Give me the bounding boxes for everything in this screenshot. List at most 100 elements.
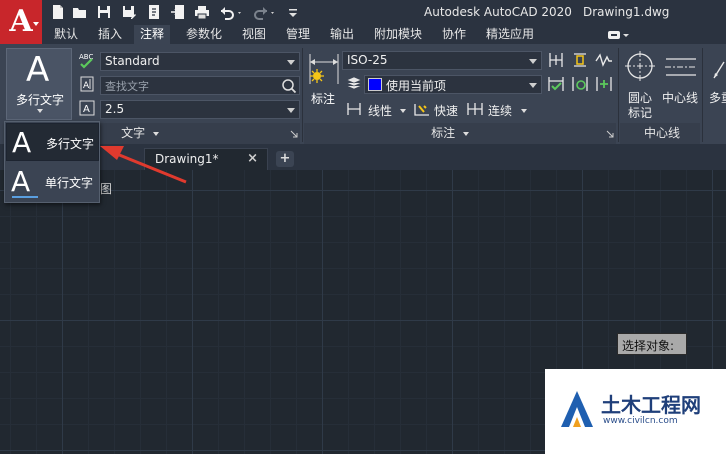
underline-mark	[12, 196, 38, 198]
dimension-layer-dropdown[interactable]: 使用当前项	[364, 75, 542, 94]
dimension-label: 标注	[311, 92, 336, 106]
chevron-down-icon	[529, 59, 537, 64]
ribbon-tab-bar: 默认 插入 注释 参数化 视图 管理 输出 附加模块 协作 精选应用	[42, 25, 726, 44]
watermark-title: 土木工程网	[601, 393, 701, 417]
open-icon[interactable]	[72, 4, 88, 20]
text-style-dropdown[interactable]: Standard	[100, 52, 300, 71]
customize-icon[interactable]	[288, 4, 298, 20]
text-height-dropdown[interactable]: 2.5	[100, 100, 300, 119]
new-tab-button[interactable]: +	[276, 151, 294, 167]
text-panel-title-label: 文字	[121, 126, 146, 140]
menu-item-mtext[interactable]: A 多行文字	[6, 123, 99, 161]
text-style-icon[interactable]: ABC	[78, 52, 96, 70]
dimension-style-value: ISO-25	[347, 53, 388, 67]
text-height-icon[interactable]: A	[79, 99, 95, 117]
centerline-label[interactable]: 中心线	[662, 89, 698, 106]
menu-item-mtext-label: 多行文字	[46, 137, 95, 151]
text-a-icon: A	[26, 50, 50, 90]
multileader-icon[interactable]	[712, 58, 726, 80]
save-icon[interactable]	[96, 4, 112, 20]
chevron-down-icon	[37, 109, 43, 113]
mtext-label: 多行文字	[16, 93, 65, 107]
layer-color-swatch	[368, 78, 382, 91]
dimension-style-dropdown[interactable]: ISO-25	[342, 51, 542, 70]
watermark-url: www.civilcn.com	[603, 416, 678, 426]
multileader-label[interactable]: 多重	[709, 89, 726, 106]
document-title: Drawing1.dwg	[583, 5, 670, 19]
ribbon-display-toggle-icon[interactable]	[607, 28, 631, 41]
tab-default[interactable]: 默认	[48, 25, 84, 44]
tab-output[interactable]: 输出	[324, 25, 360, 44]
application-menu-button[interactable]: A	[0, 0, 42, 44]
file-tab-bar	[0, 144, 726, 170]
chevron-down-icon[interactable]	[521, 109, 527, 113]
print-icon[interactable]	[194, 4, 210, 20]
tab-insert[interactable]: 插入	[92, 25, 128, 44]
find-text-placeholder: 查找文字	[105, 80, 149, 93]
adjust-space-icon[interactable]	[547, 51, 565, 69]
close-icon[interactable]: ×	[247, 151, 258, 166]
dimension-large-button[interactable]: 标注	[307, 50, 341, 106]
linear-dimension-icon[interactable]	[346, 101, 362, 117]
find-text-field[interactable]: 查找文字	[100, 76, 300, 95]
center-mark-label-line2[interactable]: 标记	[628, 104, 652, 121]
dialog-launcher-icon[interactable]	[606, 130, 614, 138]
chevron-down-icon	[152, 131, 159, 136]
linear-dimension-label[interactable]: 线性	[368, 102, 392, 119]
panel-divider	[702, 48, 703, 142]
layer-stack-icon	[346, 76, 362, 92]
chevron-down-icon	[529, 83, 537, 88]
file-tab-drawing1[interactable]: Drawing1* ×	[144, 148, 268, 170]
import-icon[interactable]	[146, 4, 162, 20]
panel-divider	[618, 48, 619, 142]
menu-item-single-line-text-label: 单行文字	[45, 176, 94, 190]
text-height-value: 2.5	[105, 102, 125, 116]
mtext-large-button[interactable]: A 多行文字	[6, 48, 72, 120]
tab-collaborate[interactable]: 协作	[436, 25, 472, 44]
continue-dimension-icon[interactable]	[466, 101, 484, 117]
chevron-down-icon	[287, 108, 295, 113]
find-text-icon[interactable]: A	[79, 75, 95, 93]
centerline-icon[interactable]	[664, 56, 698, 78]
undo-icon[interactable]	[218, 4, 244, 20]
chevron-down-icon[interactable]	[400, 109, 406, 113]
reassociate-icon[interactable]	[595, 75, 613, 93]
chevron-down-icon	[462, 131, 469, 136]
tab-parametric[interactable]: 参数化	[180, 25, 228, 44]
quick-dimension-label[interactable]: 快速	[434, 102, 458, 119]
tab-view[interactable]: 视图	[236, 25, 272, 44]
text-panel-title[interactable]: 文字	[110, 124, 170, 144]
redo-icon[interactable]	[252, 4, 278, 20]
mtext-icon: A	[12, 126, 32, 159]
export-icon[interactable]	[170, 4, 186, 20]
tab-manage[interactable]: 管理	[280, 25, 316, 44]
new-icon[interactable]	[50, 4, 66, 20]
viewport-controls-label[interactable]: 图	[100, 180, 112, 197]
update-dimension-icon[interactable]	[571, 75, 589, 93]
tab-addins[interactable]: 附加模块	[368, 25, 428, 44]
svg-text:A: A	[83, 81, 90, 91]
search-icon[interactable]	[281, 78, 297, 98]
dim-panel-title-label: 标注	[431, 126, 456, 140]
jog-line-icon[interactable]	[595, 51, 613, 69]
tab-annotate[interactable]: 注释	[134, 25, 171, 44]
centerline-panel-title: 中心线	[643, 126, 680, 140]
app-title: Autodesk AutoCAD 2020	[424, 5, 572, 19]
continue-dimension-label[interactable]: 连续	[488, 102, 512, 119]
panel-divider	[302, 48, 303, 142]
center-mark-icon[interactable]	[624, 50, 656, 84]
chevron-down-icon	[33, 22, 39, 26]
svg-text:A: A	[83, 104, 90, 115]
save-as-icon[interactable]	[121, 4, 137, 20]
civilcn-logo-icon	[561, 391, 593, 427]
menu-item-single-line-text[interactable]: A 单行文字	[6, 163, 99, 201]
text-style-value: Standard	[105, 54, 160, 68]
inspect-dimension-icon[interactable]	[547, 75, 565, 93]
dialog-launcher-icon[interactable]	[290, 130, 298, 138]
quick-dimension-icon[interactable]	[413, 101, 431, 117]
select-objects-prompt: 选择对象:	[617, 333, 687, 355]
file-tab-label: Drawing1*	[155, 152, 219, 166]
tab-featured-apps[interactable]: 精选应用	[480, 25, 540, 44]
dim-panel-title[interactable]: 标注	[420, 124, 480, 144]
break-dimension-icon[interactable]	[571, 51, 589, 69]
